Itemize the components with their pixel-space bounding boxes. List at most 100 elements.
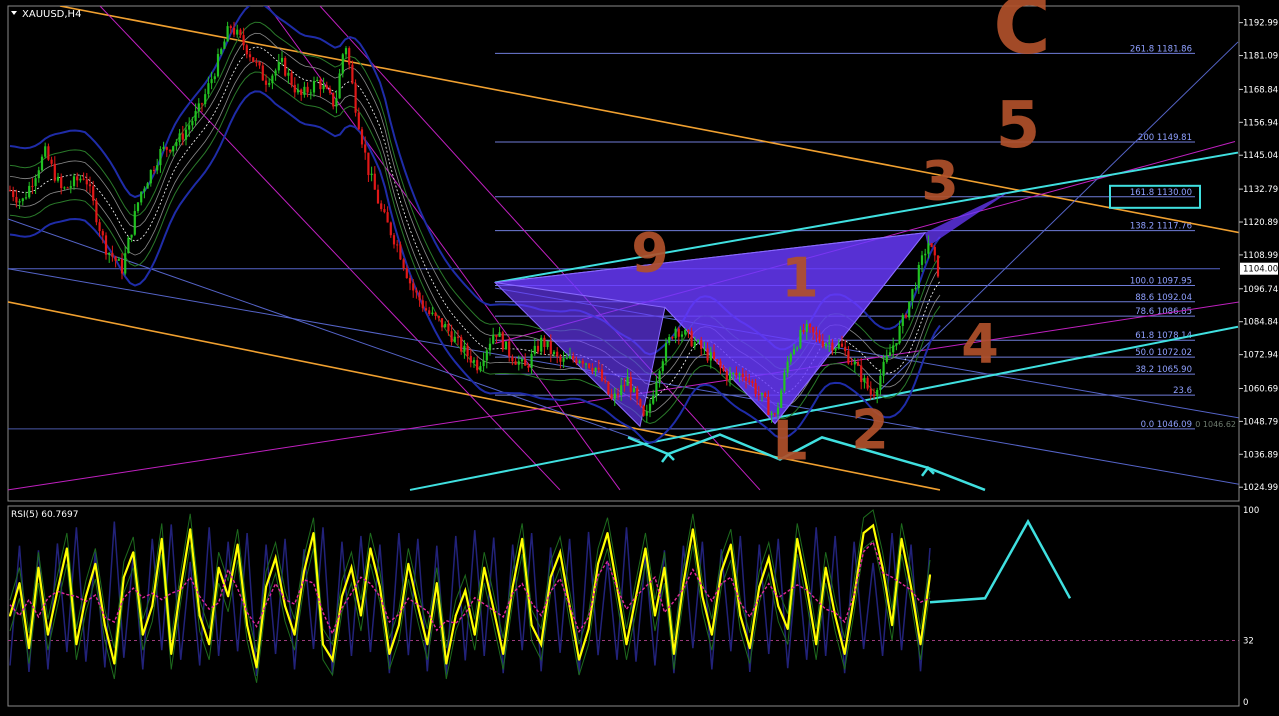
rsi-tick-label-2: 0 [1243, 698, 1248, 708]
candle-body [220, 48, 223, 54]
candle-body [463, 345, 466, 352]
candle-body [751, 381, 754, 384]
candle-body [226, 26, 229, 42]
rsi-point-41 [397, 624, 400, 627]
rsi-point-50 [483, 566, 486, 569]
candle-body [706, 348, 709, 361]
price-tick-label-14: 1024.99 [1243, 483, 1278, 493]
candle-body [76, 176, 79, 181]
candle-body [936, 255, 940, 277]
candle-body [815, 332, 818, 335]
candle-body [194, 111, 197, 122]
candle-body [799, 329, 802, 348]
candle-body [104, 235, 108, 255]
candle-body [527, 365, 530, 368]
rsi-point-92 [881, 566, 884, 569]
candle-body [933, 247, 936, 256]
candle-body [639, 399, 642, 406]
rsi-point-43 [416, 605, 419, 607]
candle-body [168, 149, 172, 152]
candle-body [780, 390, 783, 408]
candle-body [508, 341, 511, 357]
candle-body [69, 186, 72, 188]
fib-label-10: 23.6 [1173, 386, 1192, 396]
candle-body [95, 200, 98, 223]
fib-label-8: 50.0 1072.02 [1135, 348, 1192, 358]
rsi-point-11 [113, 662, 116, 665]
rsi-point-14 [141, 633, 144, 636]
candle-body [853, 361, 856, 365]
price-tick-label-9: 1084.84 [1243, 318, 1278, 328]
candle-body [181, 133, 184, 140]
candle-body [274, 70, 277, 76]
rsi-point-97 [929, 574, 931, 577]
candle-body [722, 367, 725, 371]
candle-body [184, 129, 188, 140]
candle-body [828, 342, 831, 344]
fib-label-2: 161.8 1130.00 [1130, 188, 1192, 198]
fib-label-11: 0.0 1046.09 [1141, 420, 1192, 430]
candle-body [437, 315, 440, 319]
candle-body [271, 75, 274, 84]
candle-body [760, 392, 764, 395]
candle-body [15, 197, 18, 203]
candle-body [293, 84, 296, 93]
rsi-point-70 [672, 653, 675, 655]
candle-body [431, 312, 434, 314]
candle-body [434, 312, 437, 316]
candle-body [450, 331, 453, 343]
candle-body [136, 202, 140, 212]
candle-body [802, 329, 805, 332]
rsi-point-26 [255, 666, 258, 669]
candle-body [60, 176, 63, 189]
price-tick-label-1: 1181.09 [1243, 52, 1278, 62]
rsi-point-82 [786, 628, 789, 631]
rsi-point-66 [634, 595, 637, 598]
candle-body [236, 29, 239, 35]
candle-body [418, 292, 421, 301]
candle-body [82, 178, 85, 180]
candle-body [165, 147, 168, 150]
candle-body [927, 243, 930, 254]
rsi-point-89 [853, 595, 856, 598]
candle-body [37, 170, 40, 179]
rsi-point-5 [56, 589, 59, 592]
candle-body [600, 369, 604, 381]
candle-body [623, 385, 626, 387]
rsi-point-65 [625, 643, 628, 646]
candle-body [469, 355, 472, 363]
candle-body [930, 243, 933, 248]
candle-body [520, 359, 524, 362]
annotation-mark-3: 9 [631, 221, 669, 284]
candle-body [482, 360, 485, 367]
candle-body [223, 41, 226, 49]
price-tick-label-6: 1120.89 [1243, 218, 1278, 228]
candle-body [405, 268, 408, 279]
candle-body [898, 325, 901, 344]
candle-body [428, 310, 431, 314]
candle-body [485, 350, 488, 361]
rsi-point-45 [435, 581, 438, 584]
rsi-point-10 [103, 624, 106, 627]
rsi-point-87 [834, 614, 837, 617]
candle-body [8, 190, 12, 192]
candle-body [197, 103, 200, 112]
rsi-point-38 [369, 547, 372, 550]
rsi-point-28 [274, 557, 277, 559]
candle-body [380, 203, 383, 210]
candle-body [661, 361, 664, 372]
rsi-point-15 [151, 605, 154, 607]
candle-body [908, 301, 911, 318]
candle-body [85, 179, 88, 185]
candle-body [444, 323, 447, 328]
candle-body [613, 393, 616, 399]
candle-body [840, 343, 844, 347]
candle-body [632, 388, 636, 393]
candle-body [287, 72, 290, 76]
candle-body [914, 287, 917, 289]
rsi-point-79 [758, 585, 761, 588]
candle-body [524, 359, 527, 366]
candle-body [549, 341, 552, 354]
rsi-point-31 [303, 570, 306, 573]
candle-body [188, 125, 191, 130]
